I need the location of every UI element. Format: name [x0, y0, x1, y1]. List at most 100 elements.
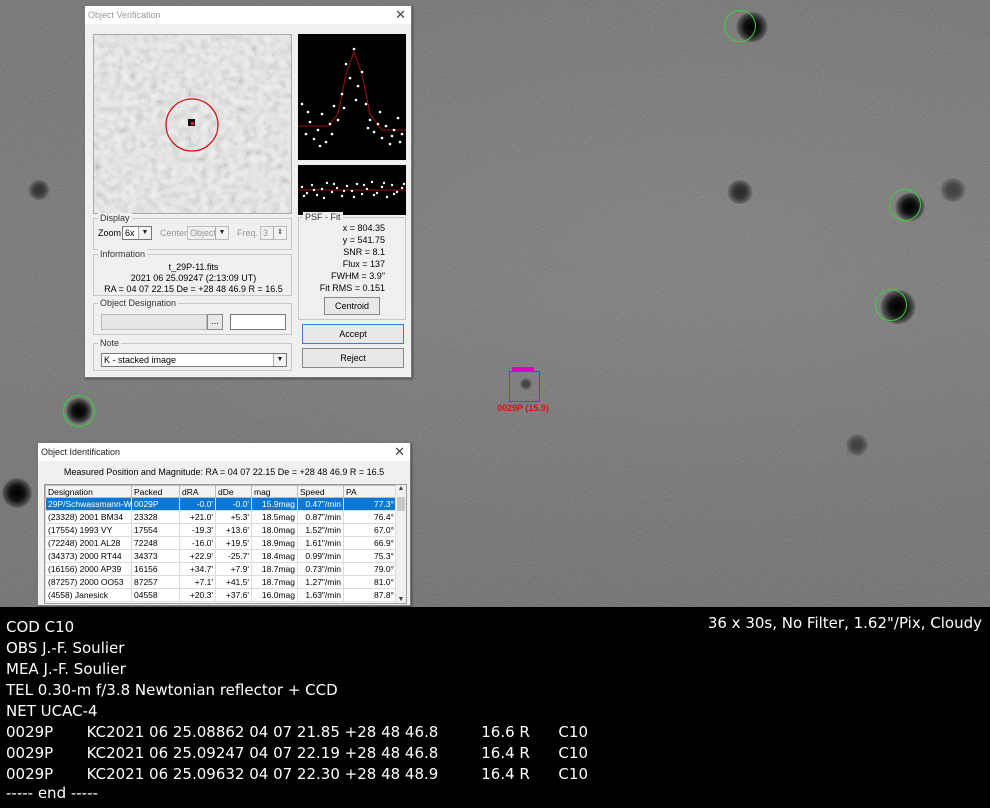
accept-button[interactable]: Accept	[302, 324, 404, 344]
column-header[interactable]: dRA	[179, 485, 216, 498]
group-label: Object Designation	[98, 298, 179, 308]
table-cell: 23328	[131, 510, 180, 524]
table-cell: +5.3'	[215, 510, 252, 524]
report-line: ----- end -----	[6, 784, 98, 802]
star	[940, 178, 966, 202]
table-cell: +41.5'	[215, 575, 252, 589]
table-row[interactable]: (87257) 2000 OO53 87257 +7.1' +41.5' 18.7mag…	[45, 575, 397, 589]
note-value: K - stacked image	[104, 355, 177, 365]
table-row[interactable]: 29P/Schwassmann-W 0029P -0.0' -0.0' 15.9mag 0…	[45, 497, 397, 511]
designation-extra-field[interactable]	[230, 314, 286, 330]
table-cell: 72248	[131, 536, 180, 550]
table-cell: 87.8°	[343, 588, 397, 602]
column-header[interactable]: mag	[251, 485, 298, 498]
pixel-grid	[94, 35, 291, 213]
column-header[interactable]: dDe	[215, 485, 252, 498]
table-cell: 75.3°	[343, 549, 397, 563]
column-header[interactable]: PA	[343, 485, 397, 498]
column-header[interactable]: Packed	[131, 485, 180, 498]
star	[727, 180, 753, 204]
center-label: Center	[160, 228, 188, 238]
table-cell: 79.0°	[343, 562, 397, 576]
table-cell: 04558	[131, 588, 180, 602]
star	[2, 478, 32, 508]
table-cell: (16156) 2000 AP39	[45, 562, 132, 576]
zoom-label: Zoom	[98, 228, 122, 238]
table-cell: 34373	[131, 549, 180, 563]
table-cell: +19.5'	[215, 536, 252, 550]
report-line: 0029P KC2021 06 25.09632 04 07 22.30 +28…	[6, 765, 588, 783]
table-cell: 87257	[131, 575, 180, 589]
table-cell: 77.3°	[343, 497, 397, 511]
column-header[interactable]: Speed	[297, 485, 344, 498]
table-cell: +7.1'	[179, 575, 216, 589]
spinner-arrows-icon: ⇕	[273, 227, 286, 239]
group-label: Note	[98, 338, 122, 348]
table-row[interactable]: (34373) 2000 RT44 34373 +22.9' -25.7' 18.4ma…	[45, 549, 397, 563]
table-cell: 16.0mag	[251, 588, 298, 602]
zoom-value: 6x	[125, 228, 135, 238]
object-verification-window: Object Verification ✕ Display Zoom 6x ▼ …	[84, 5, 412, 378]
centroid-button[interactable]: Centroid	[324, 297, 380, 315]
table-cell: (34373) 2000 RT44	[45, 549, 132, 563]
table-cell: 0.87"/min	[297, 510, 344, 524]
table-cell: 66.9°	[343, 536, 397, 550]
reference-star-marker	[724, 10, 756, 42]
psf-fwhm: FWHM = 3.9"	[331, 271, 385, 281]
residual-plot	[298, 165, 406, 215]
note-select[interactable]: K - stacked image ▼	[101, 353, 287, 367]
window-titlebar: Object Verification ✕	[85, 6, 411, 24]
table-cell: 0029P	[131, 497, 180, 511]
scroll-down-icon[interactable]: ▼	[396, 596, 406, 603]
psf-fit-group: PSF - Fit x = 804.35 y = 541.75 SNR = 8.…	[298, 212, 406, 320]
table-cell: 18.9mag	[251, 536, 298, 550]
scroll-up-icon[interactable]: ▲	[396, 485, 406, 492]
designation-input[interactable]	[101, 314, 207, 330]
table-cell: 0.47"/min	[297, 497, 344, 511]
table-cell: -25.7'	[215, 549, 252, 563]
designation-group: Object Designation ...	[93, 298, 292, 335]
psf-y: y = 541.75	[342, 235, 385, 245]
table-cell: 16156	[131, 562, 180, 576]
table-row[interactable]: (4558) Janesick 04558 +20.3' +37.6' 16.0mag 1…	[45, 588, 397, 602]
freq-label: Freq.	[237, 228, 259, 238]
chevron-down-icon: ▼	[273, 354, 286, 366]
table-cell: -0.0'	[179, 497, 216, 511]
table-cell: 1.63"/min	[297, 588, 344, 602]
table-row[interactable]: (23328) 2001 BM34 23328 +21.0' +5.3' 18.5mag…	[45, 510, 397, 524]
zoom-select[interactable]: 6x ▼	[122, 226, 152, 240]
center-value: Object	[190, 228, 217, 238]
table-cell: (23328) 2001 BM34	[45, 510, 132, 524]
close-icon[interactable]: ✕	[394, 443, 405, 461]
psf-profile-plot	[298, 34, 406, 160]
table-cell: +37.6'	[215, 588, 252, 602]
window-title: Object Identification	[41, 447, 121, 457]
table-cell: (87257) 2000 OO53	[45, 575, 132, 589]
scroll-thumb[interactable]	[397, 497, 405, 511]
column-header[interactable]: Designation	[45, 485, 132, 498]
psf-fit-rms: Fit RMS = 0.151	[319, 283, 385, 293]
report-line: COD C10	[6, 618, 75, 636]
table-cell: 76.4°	[343, 510, 397, 524]
table-cell: 0.99"/min	[297, 549, 344, 563]
target-marker[interactable]	[509, 371, 540, 402]
table-row[interactable]: (16156) 2000 AP39 16156 +34.7' +7.9' 18.7mag…	[45, 562, 397, 576]
reference-star-marker	[875, 289, 907, 321]
reject-button[interactable]: Reject	[302, 348, 404, 368]
window-title: Object Verification	[88, 10, 161, 20]
table-row[interactable]: (17554) 1993 VY 17554 -19.3' +13.6' 18.0mag 1…	[45, 523, 397, 537]
freq-spinner[interactable]: 3 ⇕	[260, 226, 287, 240]
table-cell: +7.9'	[215, 562, 252, 576]
center-select[interactable]: Object ▼	[187, 226, 229, 240]
info-file: t_29P-11.fits	[168, 262, 219, 272]
psf-x: x = 804.35	[342, 223, 385, 233]
browse-button[interactable]: ...	[207, 314, 223, 330]
mpc-report: 36 x 30s, No Filter, 1.62"/Pix, Cloudy C…	[0, 607, 990, 808]
table-cell: 1.52"/min	[297, 523, 344, 537]
note-group: Note K - stacked image ▼	[93, 338, 292, 371]
close-icon[interactable]: ✕	[395, 6, 406, 24]
table-cell: 18.5mag	[251, 510, 298, 524]
table-row[interactable]: (72248) 2001 AL28 72248 -16.0' +19.5' 18.9ma…	[45, 536, 397, 550]
table-scrollbar[interactable]: ▲ ▼	[395, 485, 406, 603]
star-thumbnail	[93, 34, 292, 214]
